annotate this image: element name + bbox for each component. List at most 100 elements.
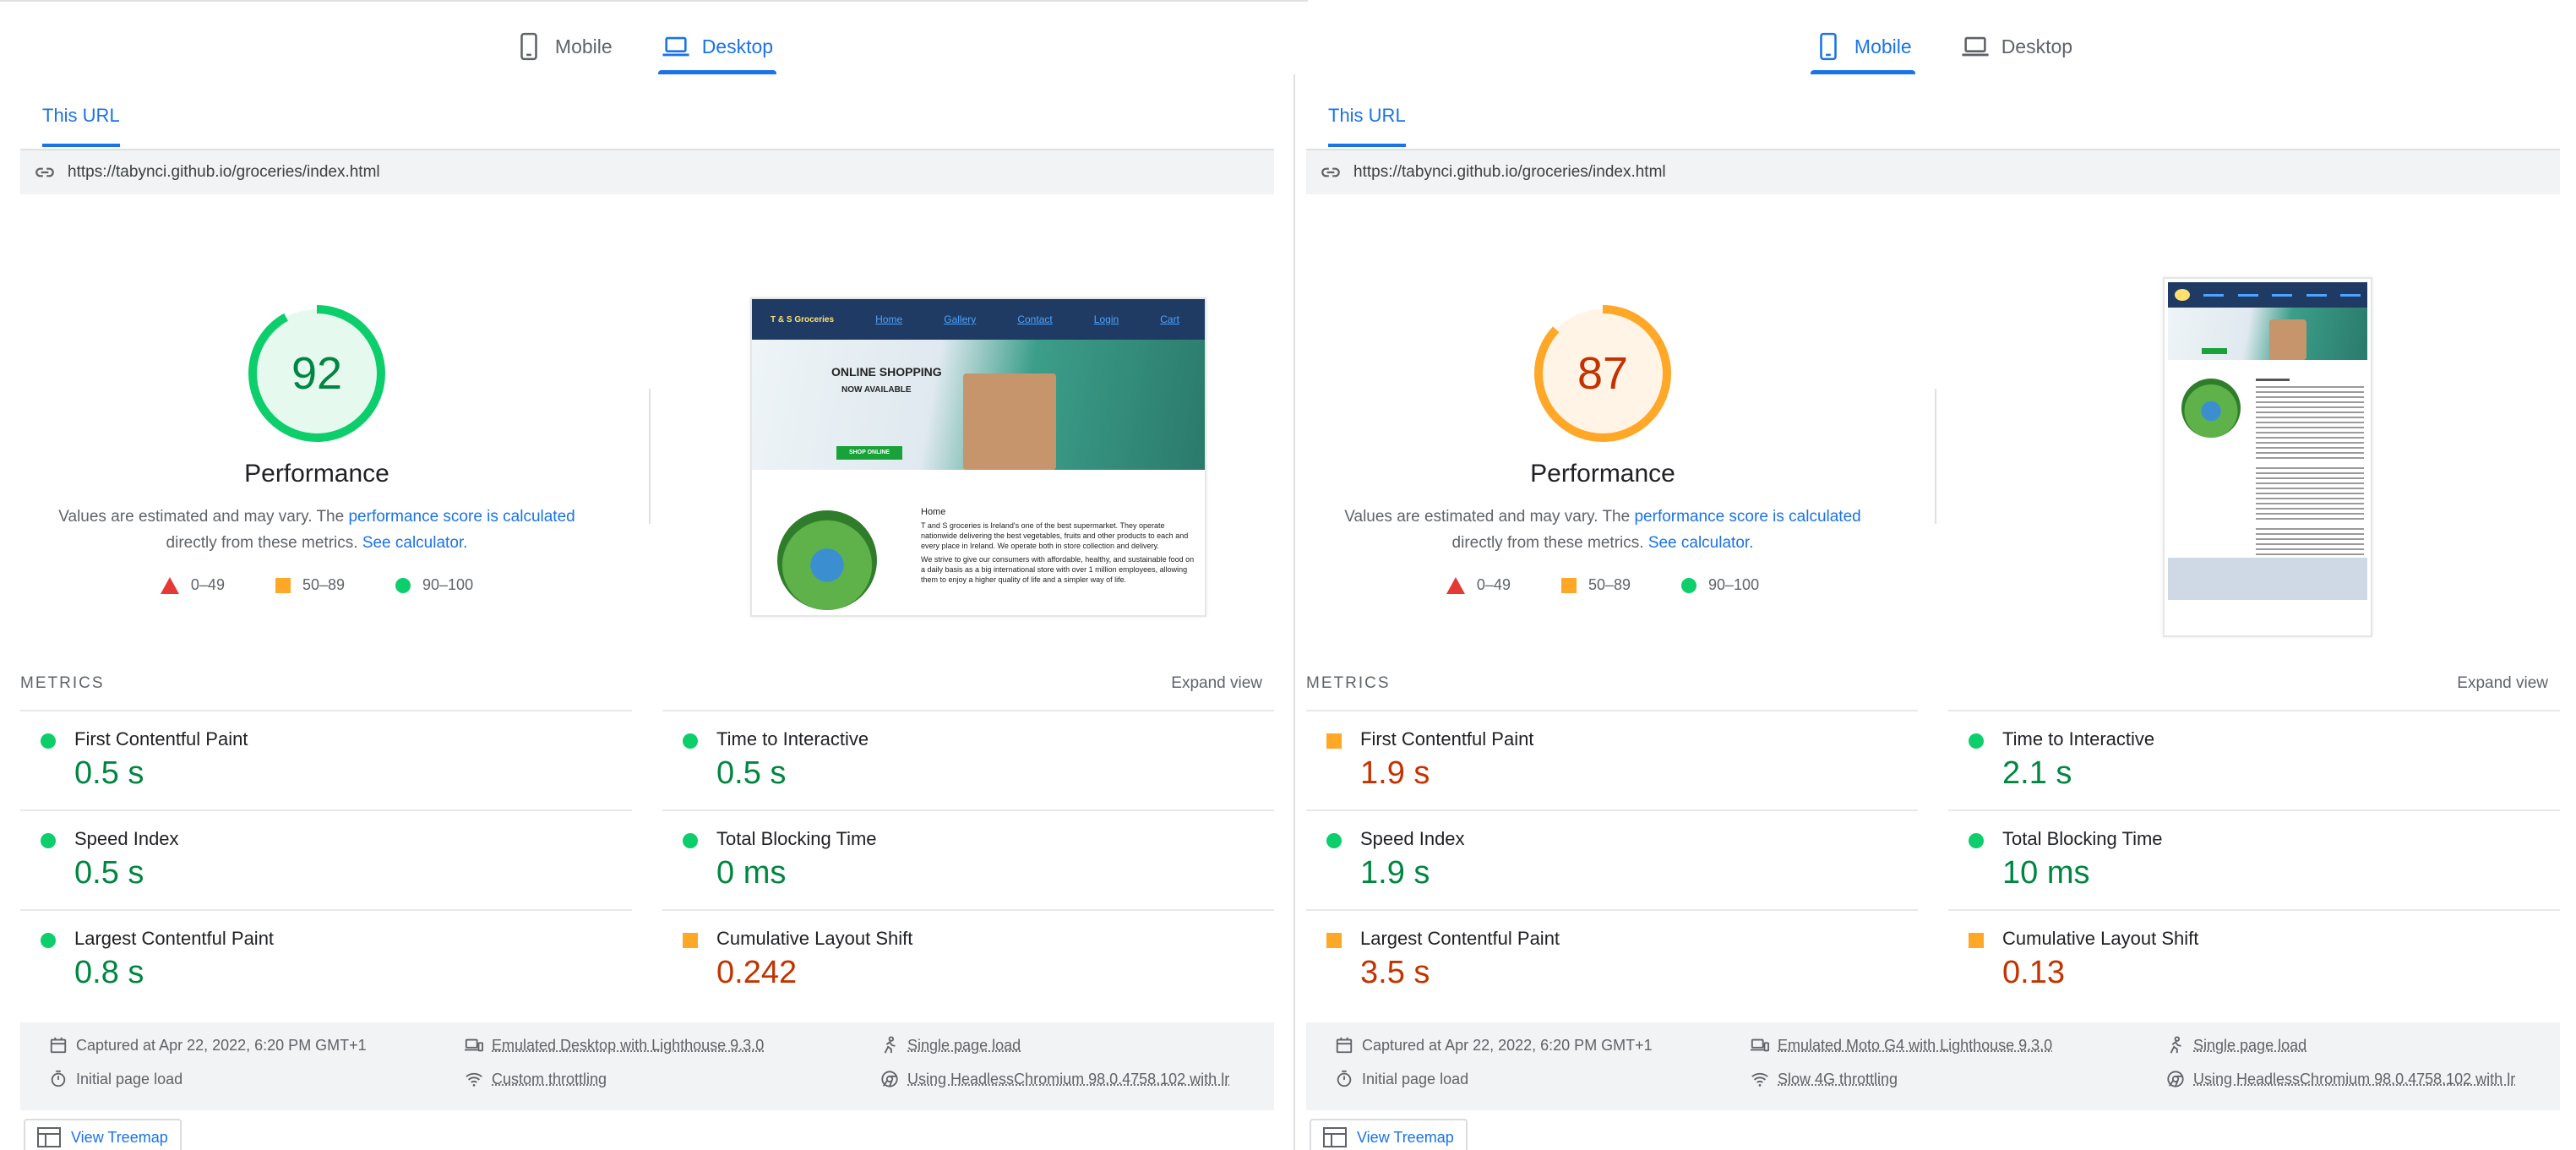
single-load-info[interactable]: Single page load: [2166, 1036, 2306, 1055]
legend-pass-label: 90–100: [1708, 576, 1759, 594]
site-nav-gallery[interactable]: Gallery: [944, 313, 976, 325]
performance-score-area: 87 Performance Values are estimated and …: [1328, 304, 1877, 594]
see-calculator-link[interactable]: See calculator.: [1648, 534, 1754, 552]
site-nav-link[interactable]: [2203, 294, 2224, 297]
initial-load-text: Initial page load: [76, 1071, 182, 1088]
site-nav-link[interactable]: [2272, 294, 2292, 297]
see-calculator-link[interactable]: See calculator.: [362, 534, 468, 552]
metric-value: 0 ms: [716, 855, 786, 891]
panel-divider: [1293, 74, 1295, 1150]
browser-info[interactable]: Using HeadlessChromium 98.0.4758.102 wit…: [2166, 1070, 2515, 1088]
metric-card: First Contentful Paint 0.5 s: [20, 710, 632, 809]
metric-value: 0.13: [2002, 955, 2065, 991]
legend-fail: 0–49: [1446, 576, 1511, 594]
view-treemap-button[interactable]: View Treemap: [24, 1119, 182, 1150]
browser-text: Using HeadlessChromium 98.0.4758.102 wit…: [2193, 1071, 2515, 1088]
url-text: https://tabynci.github.io/groceries/inde…: [68, 163, 380, 182]
site-nav-contact[interactable]: Contact: [1017, 313, 1052, 325]
performance-score-area: 92 Performance Values are estimated and …: [42, 304, 591, 594]
score-label: Performance: [42, 460, 591, 488]
site-nav-home[interactable]: Home: [875, 313, 902, 325]
tab-this-url[interactable]: This URL: [1328, 98, 1406, 149]
mobile-report-panel: Mobile Desktop This URL https://tabynci.…: [1299, 0, 2576, 1150]
metric-name: First Contentful Paint: [1360, 728, 1533, 750]
triangle-icon: [161, 577, 179, 594]
score-gauge: 92: [248, 304, 386, 443]
tab-mobile[interactable]: Mobile: [1811, 20, 1915, 73]
metrics-title: METRICS: [20, 674, 105, 693]
metric-name: Cumulative Layout Shift: [2002, 928, 2198, 950]
site-logo: T & S Groceries: [771, 315, 834, 324]
metric-value: 0.8 s: [74, 955, 144, 991]
initial-load-info: Initial page load: [49, 1070, 182, 1088]
emulated-text: Emulated Moto G4 with Lighthouse 9.3.0: [1778, 1037, 2052, 1055]
laptop-icon: [662, 32, 690, 61]
expand-view-button[interactable]: Expand view: [2457, 674, 2560, 693]
score-value: 87: [1533, 304, 1672, 443]
metrics-grid: First Contentful Paint 0.5 s Time to Inter…: [20, 710, 1274, 1009]
metric-value: 3.5 s: [1360, 955, 1430, 991]
hero-shop-button[interactable]: [2202, 348, 2227, 354]
score-calculated-link[interactable]: performance score is calculated: [1634, 508, 1860, 526]
site-hero-banner: [2168, 308, 2367, 360]
score-gauge: 87: [1533, 304, 1672, 443]
emulated-info[interactable]: Emulated Moto G4 with Lighthouse 9.3.0: [1751, 1036, 2052, 1055]
metric-value: 1.9 s: [1360, 755, 1430, 792]
captured-info: Captured at Apr 22, 2022, 6:20 PM GMT+1: [49, 1036, 367, 1055]
site-footer: [2168, 558, 2367, 600]
url-bar: https://tabynci.github.io/groceries/inde…: [20, 149, 1274, 194]
tab-mobile[interactable]: Mobile: [511, 20, 616, 73]
site-nav-login[interactable]: Login: [1094, 313, 1119, 325]
metric-value: 0.5 s: [74, 755, 144, 792]
expand-view-button[interactable]: Expand view: [1171, 674, 1274, 693]
timer-icon: [49, 1070, 68, 1088]
captured-info: Captured at Apr 22, 2022, 6:20 PM GMT+1: [1335, 1036, 1653, 1055]
desc-text-2: directly from these metrics.: [166, 534, 362, 552]
tab-desktop[interactable]: Desktop: [1958, 20, 2076, 73]
tab-desktop[interactable]: Desktop: [658, 20, 776, 73]
run-info-box: Captured at Apr 22, 2022, 6:20 PM GMT+1 …: [1306, 1022, 2560, 1110]
run-info-box: Captured at Apr 22, 2022, 6:20 PM GMT+1 …: [20, 1022, 1274, 1110]
single-load-info[interactable]: Single page load: [880, 1036, 1021, 1055]
browser-text: Using HeadlessChromium 98.0.4758.102 wit…: [907, 1071, 1229, 1088]
metric-name: Time to Interactive: [716, 728, 869, 750]
url-bar: https://tabynci.github.io/groceries/inde…: [1306, 149, 2560, 194]
chrome-icon: [2166, 1070, 2185, 1088]
metric-name: Total Blocking Time: [2002, 828, 2163, 850]
desc-text: Values are estimated and may vary. The: [1344, 508, 1634, 526]
site-nav-link[interactable]: [2238, 294, 2258, 297]
view-treemap-label: View Treemap: [1357, 1129, 1454, 1147]
average-square-icon: [1969, 933, 1984, 948]
metric-name: Total Blocking Time: [716, 828, 877, 850]
throttling-info[interactable]: Slow 4G throttling: [1751, 1070, 1898, 1088]
link-icon: [1320, 161, 1342, 183]
hero-shop-button[interactable]: SHOP ONLINE: [836, 446, 902, 460]
view-treemap-button[interactable]: View Treemap: [1310, 1119, 1468, 1150]
tab-mobile-label: Mobile: [555, 35, 613, 58]
metric-card: Cumulative Layout Shift 0.13: [1948, 909, 2560, 1009]
chrome-icon: [880, 1070, 899, 1088]
metric-card: Speed Index 1.9 s: [1306, 809, 1918, 909]
url-tabs: This URL: [42, 98, 120, 149]
score-calculated-link[interactable]: performance score is calculated: [348, 508, 575, 526]
emulated-info[interactable]: Emulated Desktop with Lighthouse 9.3.0: [465, 1036, 764, 1055]
site-nav-cart[interactable]: Cart: [1160, 313, 1179, 325]
site-nav-link[interactable]: [2340, 294, 2361, 297]
metric-card: Total Blocking Time 0 ms: [662, 809, 1274, 909]
pass-circle-icon: [41, 833, 56, 848]
hero-subtitle: NOW AVAILABLE: [841, 385, 912, 395]
average-square-icon: [683, 933, 698, 948]
score-value: 92: [248, 304, 386, 443]
initial-load-text: Initial page load: [1362, 1071, 1468, 1088]
average-square-icon: [1326, 733, 1342, 749]
tab-mobile-label: Mobile: [1854, 35, 1912, 58]
desc-text-2: directly from these metrics.: [1452, 534, 1648, 552]
throttling-info[interactable]: Custom throttling: [465, 1070, 607, 1088]
metric-card: Speed Index 0.5 s: [20, 809, 632, 909]
average-square-icon: [1326, 933, 1342, 948]
globe-tree-image: [2181, 379, 2241, 438]
metric-name: Largest Contentful Paint: [74, 928, 274, 950]
browser-info[interactable]: Using HeadlessChromium 98.0.4758.102 wit…: [880, 1070, 1229, 1088]
tab-this-url[interactable]: This URL: [42, 98, 120, 149]
site-nav-link[interactable]: [2306, 294, 2327, 297]
